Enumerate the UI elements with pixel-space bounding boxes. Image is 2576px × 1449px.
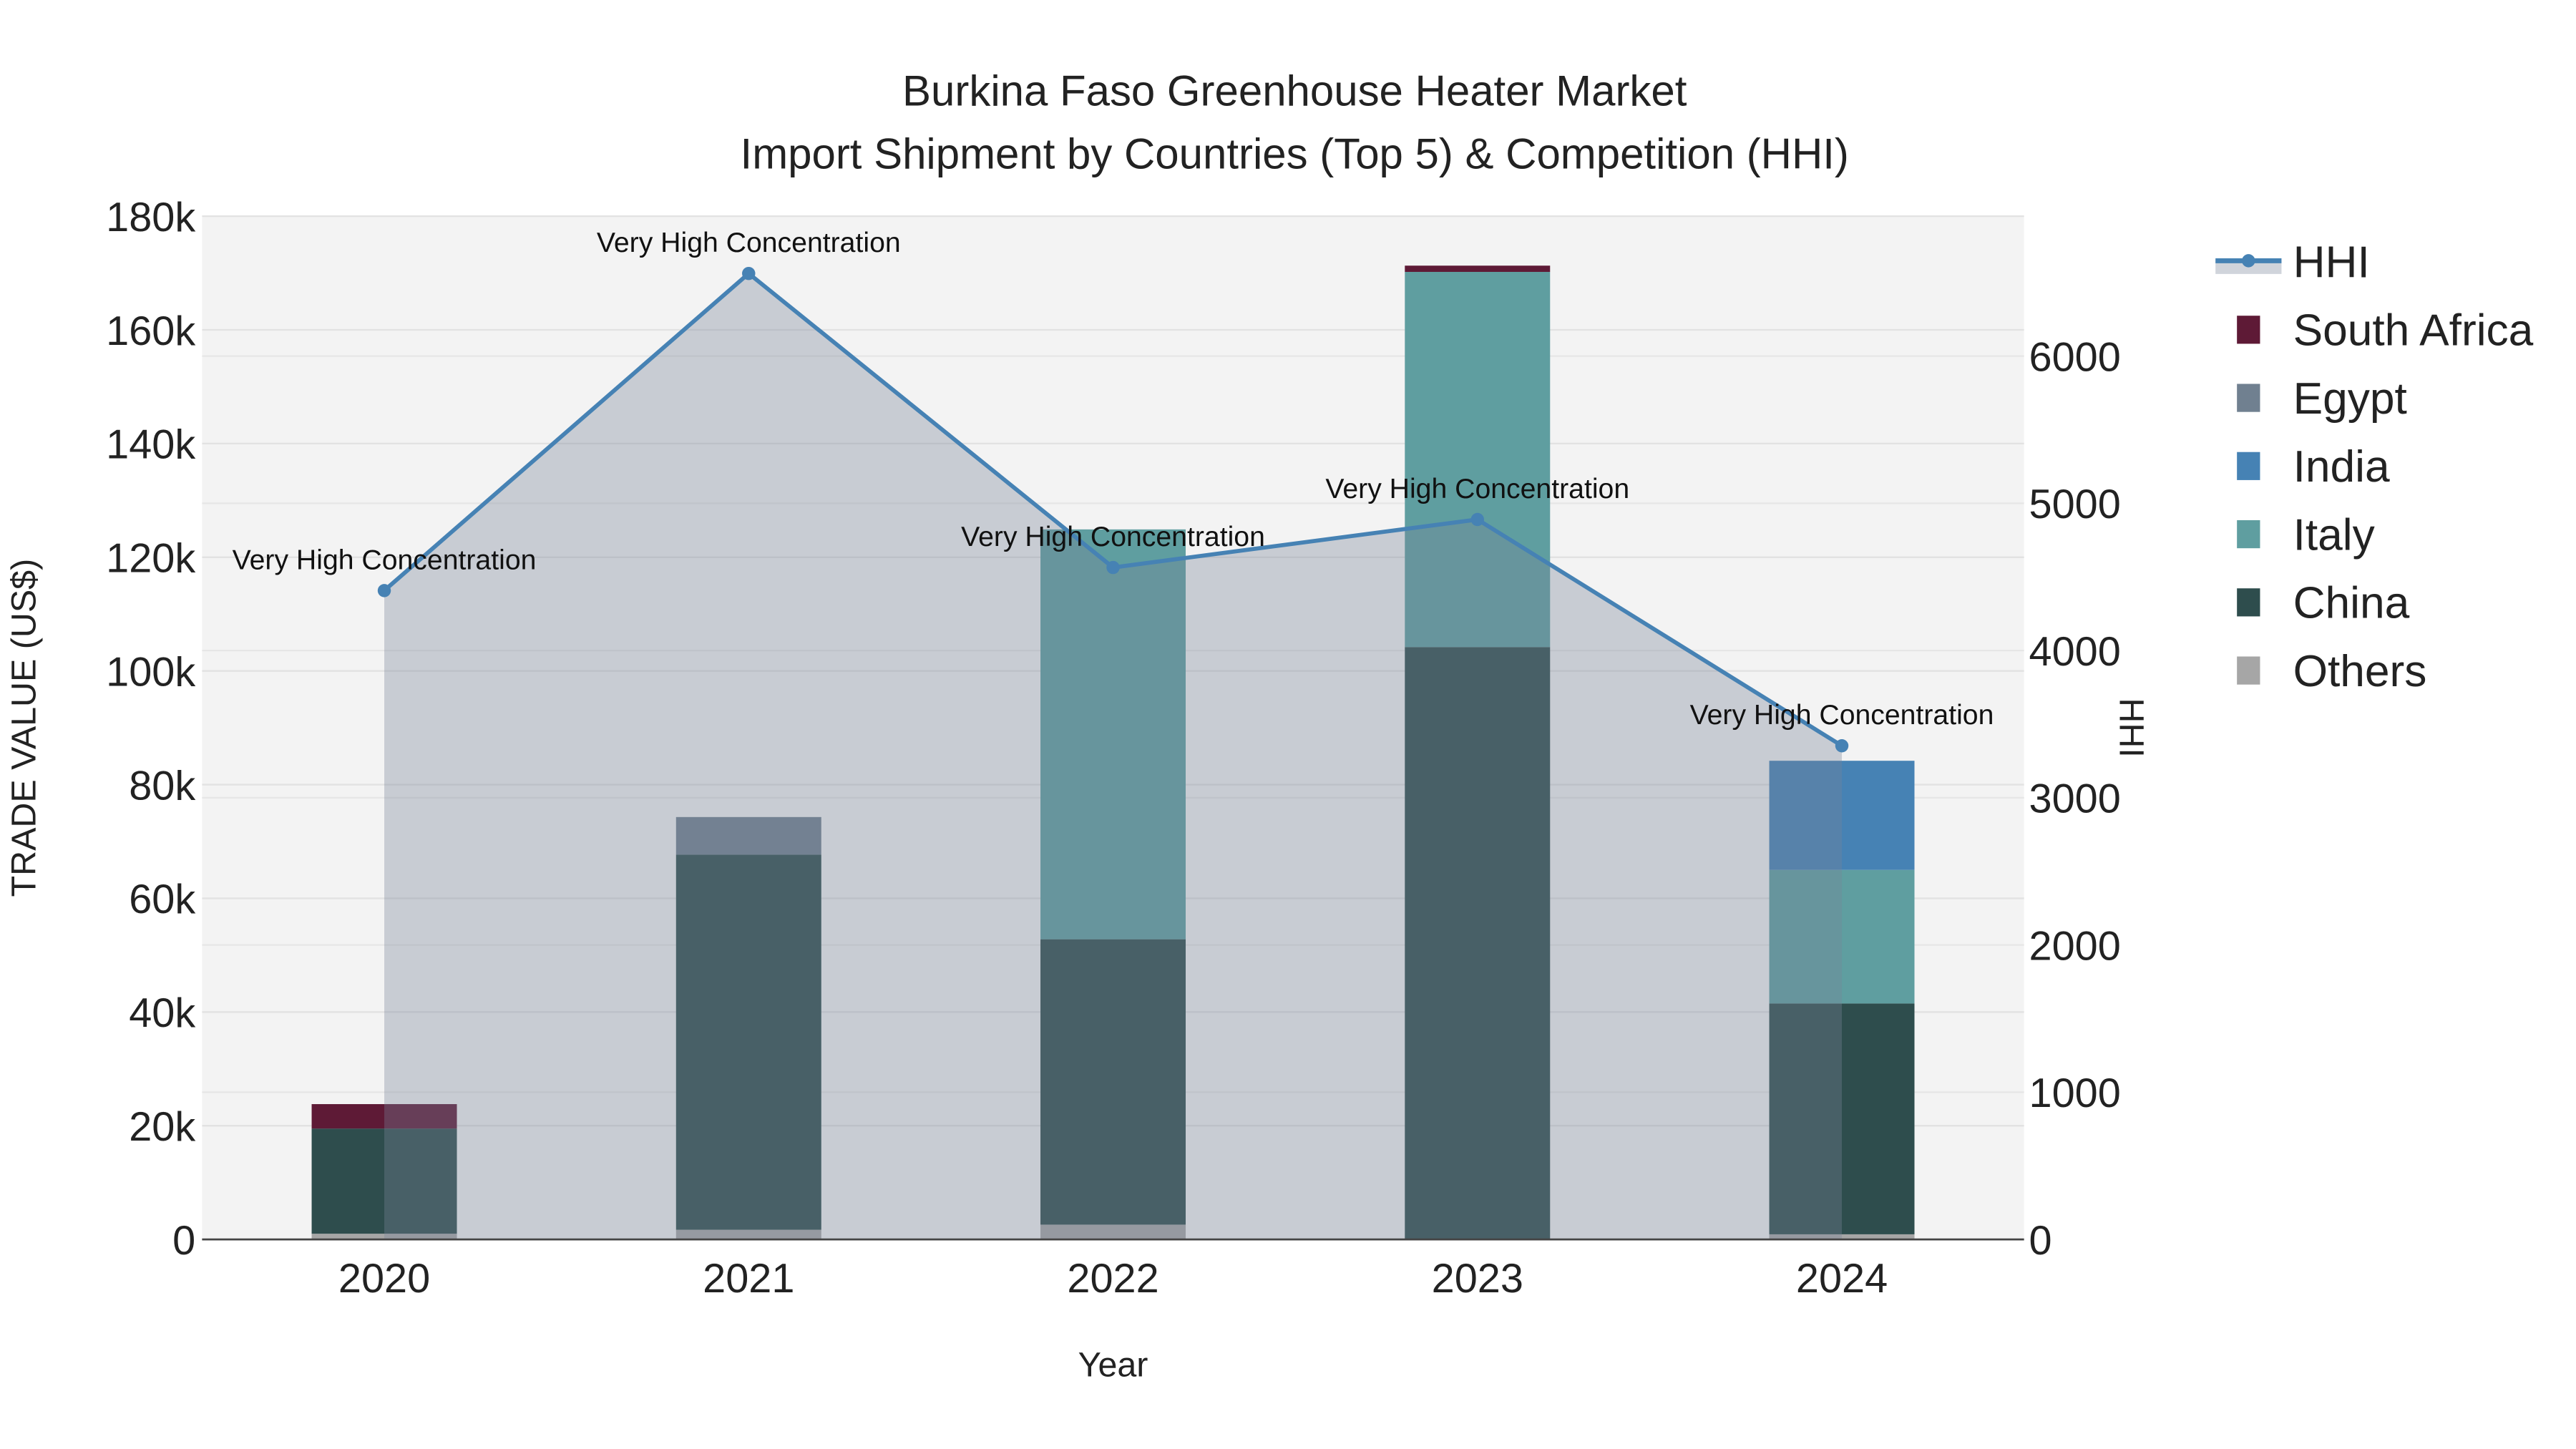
hhi-point — [1835, 738, 1849, 753]
x-axis-title: Year — [1078, 1346, 1148, 1385]
y-tick-label: 100k — [106, 649, 195, 695]
hhi-point — [1106, 560, 1120, 575]
y-tick-label: 80k — [129, 763, 195, 809]
x-tick-label: 2024 — [1796, 1256, 1888, 1302]
hhi-annotation: Very High Concentration — [597, 228, 901, 258]
y2-tick-label: 0 — [2029, 1218, 2052, 1264]
y2-tick-label: 2000 — [2029, 923, 2121, 969]
y-axis-title: TRADE VALUE (US$) — [4, 559, 43, 897]
y2-tick-label: 3000 — [2029, 776, 2121, 822]
x-tick-label: 2022 — [1067, 1256, 1158, 1302]
x-tick-label: 2021 — [703, 1256, 794, 1302]
legend-swatch — [2237, 588, 2260, 617]
hhi-point — [742, 266, 756, 280]
legend-swatch — [2237, 519, 2260, 549]
hhi-annotation: Very High Concentration — [1325, 474, 1629, 504]
bar-south-africa — [1405, 265, 1551, 272]
y2-tick-label: 6000 — [2029, 334, 2121, 380]
x-tick-label: 2023 — [1432, 1256, 1523, 1302]
legend-label: China — [2293, 579, 2410, 628]
y2-tick-label: 4000 — [2029, 629, 2121, 675]
y2-axis-title: HHI — [2112, 698, 2150, 757]
y-tick-label: 20k — [129, 1104, 195, 1150]
y-tick-label: 140k — [106, 422, 195, 468]
legend-label: Egypt — [2293, 374, 2407, 424]
hhi-annotation: Very High Concentration — [233, 545, 537, 575]
legend-hhi-swatch-marker — [2242, 254, 2255, 268]
y2-tick-label: 1000 — [2029, 1070, 2121, 1116]
legend-swatch — [2237, 384, 2260, 412]
legend-swatch — [2237, 316, 2260, 344]
y-tick-label: 60k — [129, 877, 195, 922]
hhi-point — [377, 584, 391, 597]
legend-swatch — [2237, 452, 2260, 480]
y-tick-label: 0 — [172, 1218, 195, 1264]
legend-swatch — [2237, 656, 2260, 685]
hhi-point — [1470, 512, 1484, 527]
legend-label: Italy — [2293, 510, 2376, 560]
y-tick-label: 40k — [129, 990, 195, 1036]
legend-label: India — [2293, 442, 2390, 492]
legend-label: HHI — [2293, 238, 2370, 287]
legend-label: South Africa — [2293, 306, 2534, 356]
chart-subtitle: Import Shipment by Countries (Top 5) & C… — [741, 130, 1849, 177]
y-tick-label: 180k — [106, 195, 195, 240]
hhi-annotation: Very High Concentration — [961, 522, 1265, 552]
chart: Burkina Faso Greenhouse Heater Market Im… — [4, 67, 2534, 1385]
y-tick-label: 120k — [106, 536, 195, 582]
y-tick-label: 160k — [106, 308, 195, 354]
legend-label: Others — [2293, 647, 2427, 696]
y2-tick-label: 5000 — [2029, 482, 2121, 527]
x-tick-label: 2020 — [338, 1256, 430, 1302]
hhi-annotation: Very High Concentration — [1690, 700, 1994, 731]
chart-title: Burkina Faso Greenhouse Heater Market — [902, 67, 1687, 115]
